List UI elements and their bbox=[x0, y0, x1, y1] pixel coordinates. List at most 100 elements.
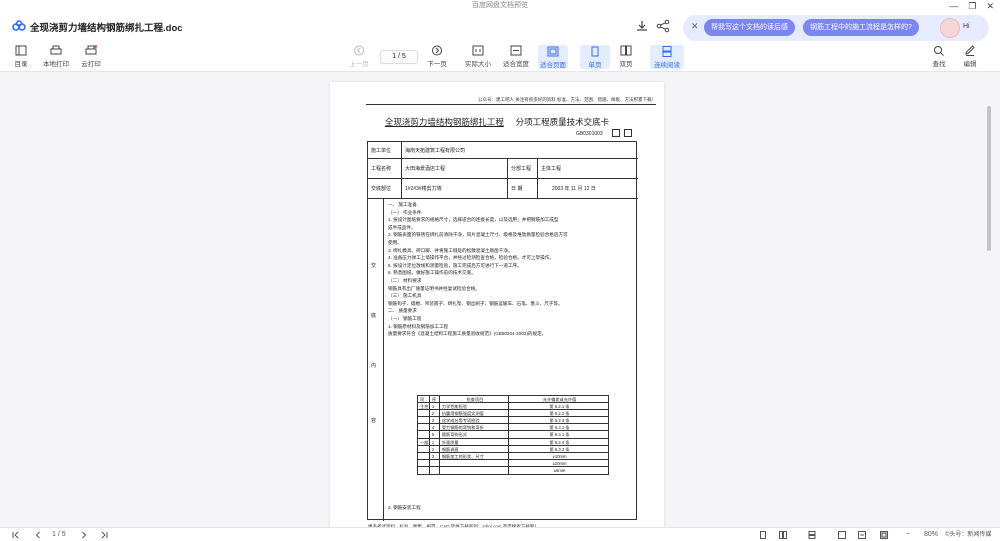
fit-width-icon[interactable] bbox=[858, 531, 866, 539]
printer-icon bbox=[50, 45, 62, 55]
share-icon[interactable] bbox=[656, 19, 670, 33]
ai-avatar[interactable] bbox=[940, 18, 960, 38]
single-page-icon bbox=[591, 46, 599, 57]
ai-suggestion-1[interactable]: 帮我写这个文档的读后感 bbox=[704, 19, 795, 36]
scrollbar-thumb[interactable] bbox=[987, 106, 991, 251]
table-header-row: 项 序 检查项目 允许偏差或允许值 bbox=[418, 396, 608, 404]
content-line: 钢筋钩子、撬棍、吊装扳子、绑扎架、钢丝刷子、钢筋运输车、石笔、墨斗、尺子等。 bbox=[388, 300, 563, 306]
main-group-label: 主控项目 bbox=[420, 403, 430, 410]
disclosure-content: 一、 施工准备 （一） 作业条件 1. 按设计图纸要求的规格尺寸，选择适合的连接… bbox=[388, 201, 638, 338]
content-line: 一、 施工准备 bbox=[388, 202, 417, 207]
zoom-level[interactable]: 80% bbox=[924, 530, 938, 540]
download-icon[interactable] bbox=[635, 19, 649, 33]
continuous-reading-button[interactable]: 连续阅读 bbox=[650, 45, 684, 69]
ai-greeting[interactable]: Hi bbox=[963, 23, 970, 30]
subproject-label: 分部工程 bbox=[508, 159, 538, 178]
fit-width-button[interactable]: 适合宽度 bbox=[501, 45, 531, 68]
checkbox-square bbox=[624, 129, 632, 137]
find-button[interactable]: 查找 bbox=[924, 45, 954, 68]
ai-suggestion-2[interactable]: 钢筋工程中的施工流程是怎样的? bbox=[803, 19, 919, 36]
contractor-row: 施工单位 海南天拓建筑工程有限公司 bbox=[368, 142, 638, 159]
single-page-icon[interactable] bbox=[759, 531, 767, 539]
document-page: 公众号：建工吧人 关注有很多好的资料 标准、方法、范围、措施、样板、方法积累下载… bbox=[330, 82, 664, 532]
fit-page-button[interactable]: 适合页面 bbox=[538, 45, 568, 69]
window-title: 百度网盘文档预览 bbox=[472, 2, 528, 9]
fit-page-icon bbox=[547, 46, 559, 57]
table-row: 4 受力钢筋的弯钩和弯折 第 5.3.1 条 bbox=[418, 424, 608, 432]
contractor-label: 施工单位 bbox=[368, 142, 402, 158]
minimize-icon[interactable]: — bbox=[949, 0, 958, 12]
continuous-scroll-icon[interactable] bbox=[808, 531, 816, 539]
chevron-right-icon bbox=[432, 45, 442, 56]
first-page-icon[interactable] bbox=[12, 531, 20, 539]
project-row: 工程名称 大田海景酒店工程 分部工程 主体工程 bbox=[368, 159, 638, 179]
notice-divider bbox=[366, 104, 656, 105]
content-line: 成半成品件。 bbox=[388, 224, 416, 230]
project-label: 工程名称 bbox=[368, 159, 402, 178]
restore-icon[interactable]: ❐ bbox=[968, 0, 976, 12]
outline-icon bbox=[15, 45, 27, 56]
table-header: 项 bbox=[418, 396, 430, 403]
table-row: ±5mm bbox=[418, 466, 608, 475]
actual-size-button[interactable]: 实际大小 bbox=[463, 45, 493, 68]
last-page-icon[interactable] bbox=[100, 531, 108, 539]
window-controls: — ❐ ✕ bbox=[949, 0, 994, 12]
date-value: 2003 年 11 月 12 日 bbox=[552, 186, 596, 192]
watermark-text: ©头号：新闻传媒 bbox=[945, 532, 992, 538]
content-line: 4. 准备压力弹工上墙操作平台，并经过检测检查合格，检验合格。才可上架操作。 bbox=[388, 255, 554, 261]
edit-button[interactable]: 编辑 bbox=[955, 45, 985, 68]
baidu-netdisk-logo-icon bbox=[12, 20, 26, 31]
location-value: 1#2#3#楼剪力墙 bbox=[402, 179, 508, 198]
status-page-indicator: 1 / 5 bbox=[52, 531, 66, 538]
table-row: 3 钢筋加工的形状、尺寸 ±10mm bbox=[418, 452, 608, 460]
ai-assistant-bar: ✕ 帮我写这个文档的读后感 钢筋工程中的施工流程是怎样的? Hi bbox=[683, 15, 989, 41]
continuous-scroll-icon bbox=[662, 46, 672, 57]
status-bar: 1 / 5 − 80% ©头号：新闻传媒 bbox=[0, 527, 1000, 541]
window-titlebar: 百度网盘文档预览 — ❐ ✕ bbox=[0, 0, 1000, 12]
page-notice: 公众号：建工吧人 关注有很多好的资料 标准、方法、范围、措施、样板、方法积累下载… bbox=[478, 97, 656, 102]
content-line: 二、 质量要求 bbox=[388, 308, 417, 314]
close-icon[interactable]: ✕ bbox=[691, 21, 699, 32]
content-line: 5. 按设计定位放线和测量检验，施工完成后方可进行下一道工序。 bbox=[388, 262, 522, 268]
actual-size-icon[interactable] bbox=[838, 531, 846, 539]
double-page-icon[interactable] bbox=[779, 531, 787, 539]
table-header: 检查项目 bbox=[440, 396, 510, 403]
prev-page-button[interactable]: 上一页 bbox=[344, 45, 374, 68]
outline-button[interactable]: 目录 bbox=[6, 45, 36, 68]
vertical-scrollbar[interactable] bbox=[986, 72, 992, 527]
side-label-2: 底 bbox=[371, 313, 377, 319]
cloud-print-button[interactable]: 云打印 bbox=[76, 45, 106, 68]
content-line: 钢筋具有出厂质量证明书并经复试检验合格。 bbox=[388, 285, 480, 291]
close-window-icon[interactable]: ✕ bbox=[986, 0, 994, 12]
side-label-1: 交 bbox=[371, 263, 377, 269]
content-line: 2. 钢筋表面的铁锈在绑扎前清除干净，同片混凝土尺寸、级格及堆放质量检验合格后方… bbox=[388, 232, 568, 238]
table-row: 3 化学成分等专项检验 第 5.2.3 条 bbox=[418, 417, 608, 425]
zoom-out-button[interactable]: − bbox=[906, 530, 910, 540]
content-line: 1. 按设计图纸要求的规格尺寸，选择适合的连接长度，以及选用；并把钢筋加工成型 bbox=[388, 217, 559, 223]
card-title: 全现浇剪力墙结构钢筋绑扎工程 分项工程质量技术交底卡 bbox=[330, 116, 664, 128]
double-page-button[interactable]: 双页 bbox=[611, 45, 641, 68]
single-page-button[interactable]: 单页 bbox=[580, 45, 610, 69]
chevron-right-icon[interactable] bbox=[80, 531, 88, 539]
document-code: GB0301003 bbox=[576, 131, 603, 137]
disclosure-sheet: 施工单位 海南天拓建筑工程有限公司 工程名称 大田海景酒店工程 分部工程 主体工… bbox=[367, 141, 638, 521]
location-row: 交底部位 1#2#3#楼剪力墙 日 期 2003 年 11 月 12 日 bbox=[368, 179, 638, 199]
table-row: 2 钢筋调直 第 5.3.3 条 bbox=[418, 445, 608, 453]
table-header: 序 bbox=[430, 396, 440, 403]
chevron-left-icon[interactable] bbox=[34, 531, 42, 539]
page-number-input[interactable]: 1 / 5 bbox=[380, 50, 418, 64]
local-print-button[interactable]: 本地打印 bbox=[41, 45, 71, 68]
content-line: （二） 材料要求 bbox=[388, 277, 422, 283]
card-title-suffix: 分项工程质量技术交底卡 bbox=[515, 117, 610, 127]
quality-inspection-table: 项 序 检查项目 允许偏差或允许值 主控项目 1 力学性能检验 第 5.2.1 … bbox=[417, 395, 609, 476]
content-line: 2. 钢筋安装工程 bbox=[388, 505, 421, 510]
search-icon bbox=[934, 46, 944, 56]
content-line: 1. 钢筋原材料及钢筋加工工程 bbox=[388, 323, 449, 329]
table-row: 主控项目 1 力学性能检验 第 5.2.1 条 bbox=[418, 403, 608, 411]
table-row: 2 抗震用钢筋强度实测值 第 5.2.2 条 bbox=[418, 410, 608, 418]
next-page-button[interactable]: 下一页 bbox=[422, 45, 452, 68]
table-row: ±20mm bbox=[418, 459, 608, 467]
content-line: 质量要求符合《混凝土结构工程施工质量验收规范》(GB50204-2002)的规定… bbox=[388, 331, 547, 337]
fit-page-icon[interactable] bbox=[880, 531, 888, 539]
table-header: 允许偏差或允许值 bbox=[542, 397, 577, 402]
